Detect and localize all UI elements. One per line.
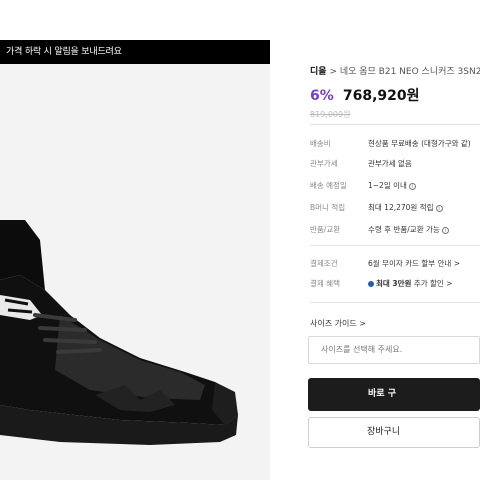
- spec-label: B머니 적립: [310, 203, 346, 212]
- price-row: 6% 768,920원: [310, 85, 420, 105]
- spec-value: 최대 12,270원 적립: [368, 203, 434, 212]
- size-guide-link[interactable]: 사이즈 가이드 >: [310, 318, 366, 329]
- size-select[interactable]: 사이즈를 선택해 주세요.: [308, 336, 480, 364]
- payment-label: 결제조건: [310, 259, 338, 268]
- sneaker-image: [0, 220, 238, 445]
- divider: [310, 245, 480, 246]
- installment-link[interactable]: 6월 무이자 카드 할부 안내 >: [368, 258, 460, 269]
- spec-value: 수령 후 반품/교환 가능: [368, 225, 440, 234]
- benefit-link[interactable]: 최대 3만원 추가 할인 >: [368, 278, 452, 289]
- spec-label: 반품/교환: [310, 225, 341, 234]
- benefit-text: 추가 할인 >: [411, 279, 453, 288]
- spec-value: 현상품 무료배송 (대형가구와 같): [368, 139, 471, 148]
- info-icon[interactable]: i: [441, 226, 449, 234]
- spec-value-wrap: 1~2일 이내 i: [368, 180, 416, 191]
- add-to-cart-button[interactable]: 장바구니: [308, 417, 480, 448]
- divider: [310, 124, 480, 125]
- spec-value-wrap: 최대 12,270원 적립 i: [368, 202, 443, 213]
- payment-label: 결제 혜택: [310, 279, 340, 288]
- divider: [310, 302, 480, 303]
- benefit-amount: 최대 3만원: [376, 279, 412, 288]
- spec-value: 관부가세 없음: [368, 159, 412, 168]
- product-image-panel: [0, 40, 270, 480]
- price-alert-banner[interactable]: 가격 하락 시 알림을 보내드려요: [0, 40, 270, 64]
- info-icon[interactable]: i: [408, 182, 416, 190]
- info-icon[interactable]: i: [435, 204, 443, 212]
- original-price: 819,000원: [310, 110, 351, 119]
- product-title: 네오 옴므 B21 NEO 스니커즈 3SN2: [339, 67, 480, 77]
- brand-link[interactable]: 디올: [310, 67, 327, 77]
- discount-rate: 6%: [310, 88, 334, 104]
- sale-price: 768,920원: [342, 88, 420, 104]
- spec-label: 배송 예정일: [310, 181, 347, 190]
- spec-label: 배송비: [310, 139, 331, 148]
- product-info-panel: 디올 > 네오 옴므 B21 NEO 스니커즈 3SN2 6% 768,920원…: [300, 0, 480, 480]
- spec-value-wrap: 수령 후 반품/교환 가능 i: [368, 224, 449, 235]
- breadcrumb: 디올 > 네오 옴므 B21 NEO 스니커즈 3SN2: [310, 64, 480, 77]
- bank-logo-icon: [368, 281, 374, 287]
- spec-label: 관부가세: [310, 159, 338, 168]
- price-alert-text: 가격 하락 시 알림을 보내드려요: [6, 47, 122, 57]
- chevron-right-icon: >: [329, 67, 340, 77]
- spec-value: 1~2일 이내: [368, 181, 407, 190]
- buy-now-button[interactable]: 바로 구: [308, 378, 480, 411]
